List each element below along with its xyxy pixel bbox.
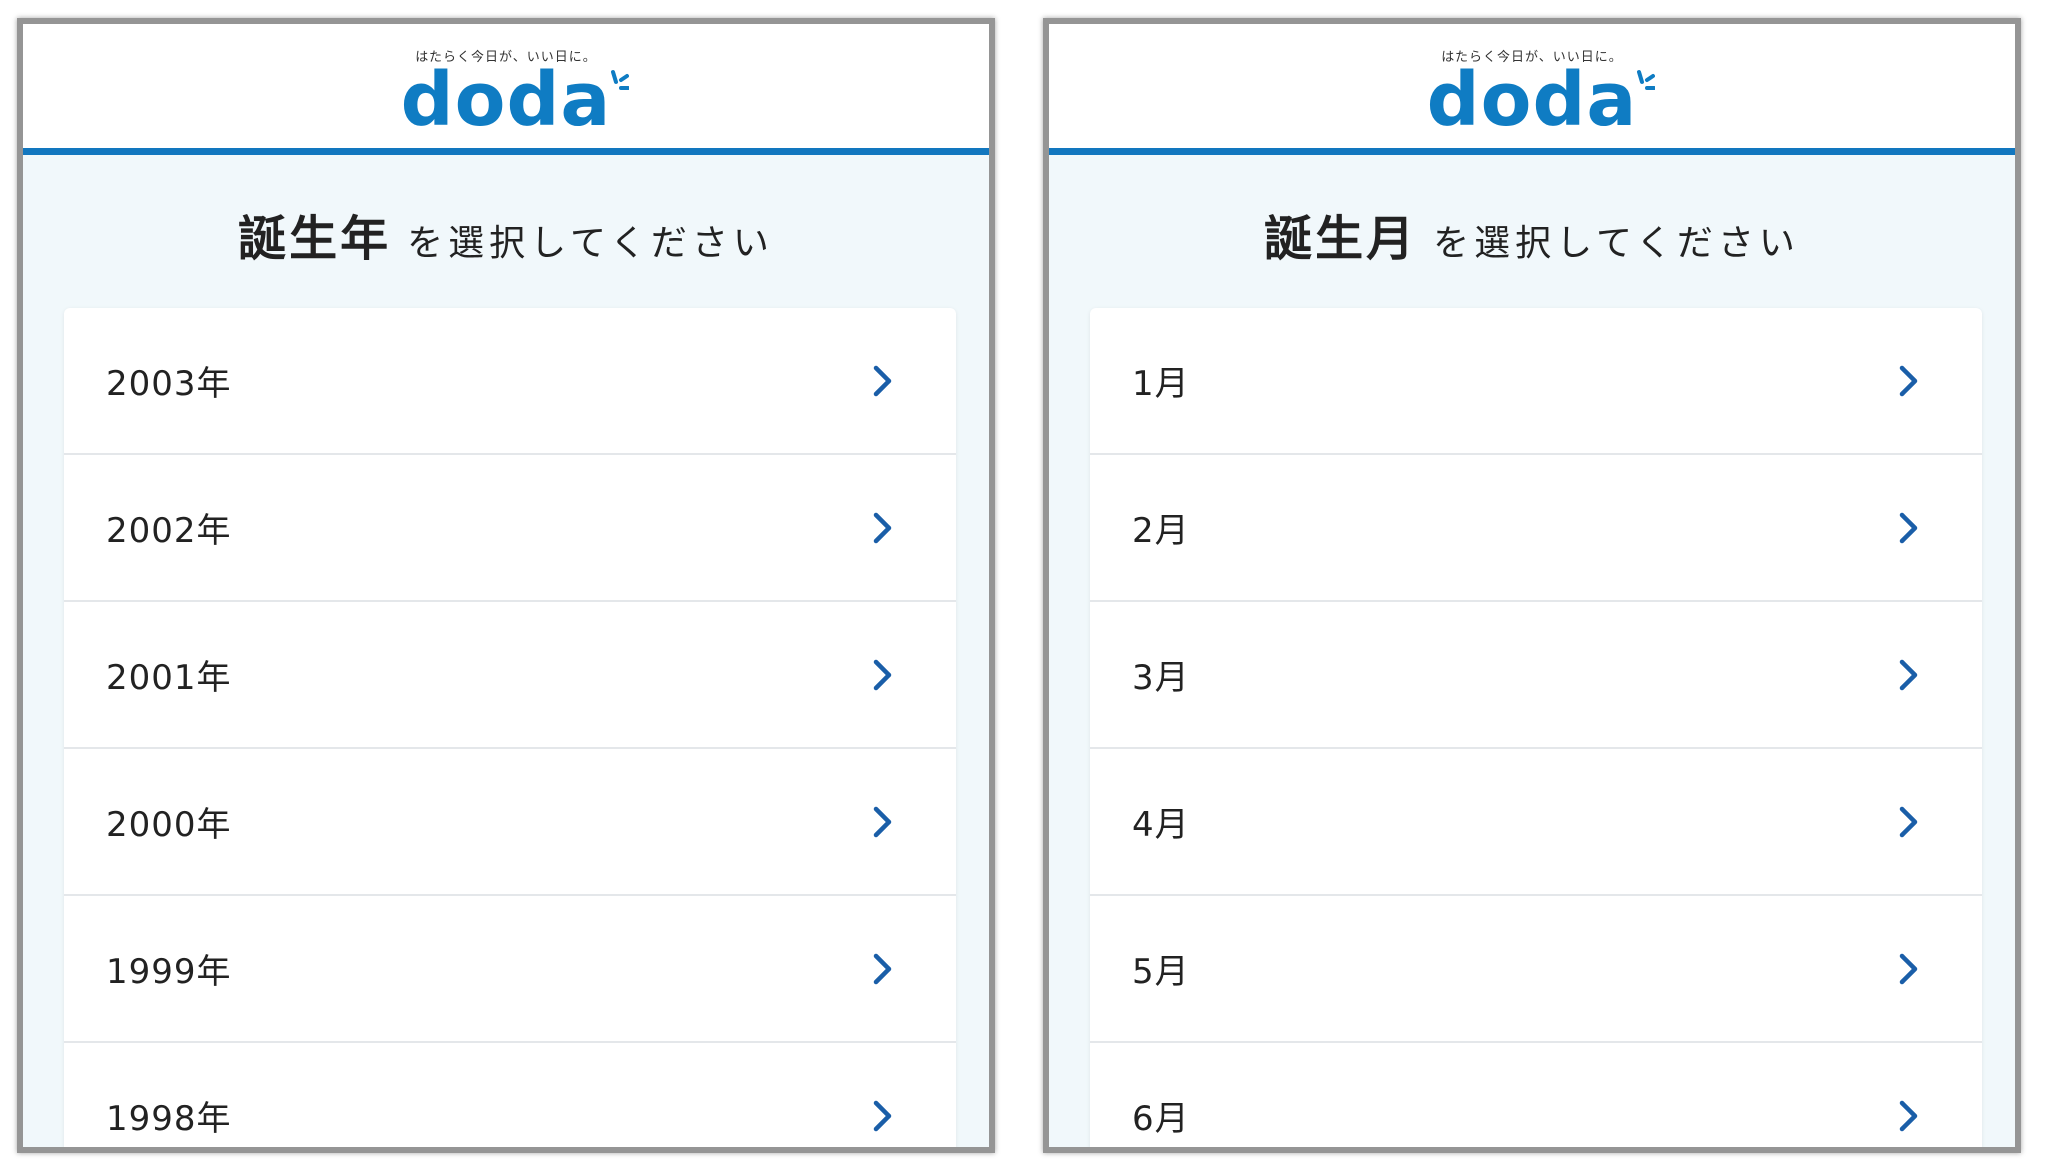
heading-emphasis: 誕生月 bbox=[1264, 211, 1418, 267]
year-option[interactable]: 1998年 bbox=[64, 1043, 956, 1147]
year-option[interactable]: 2000年 bbox=[64, 749, 956, 896]
heading-emphasis: 誕生年 bbox=[238, 211, 392, 267]
app-header: はたらく今日が、いい日に。 doda bbox=[23, 24, 989, 155]
option-label: 1998年 bbox=[106, 1099, 232, 1139]
option-label: 6月 bbox=[1132, 1099, 1190, 1139]
chevron-right-icon bbox=[873, 806, 892, 837]
chevron-right-icon bbox=[873, 953, 892, 984]
option-label: 5月 bbox=[1132, 952, 1190, 992]
chevron-right-icon bbox=[873, 659, 892, 690]
month-option[interactable]: 2月 bbox=[1090, 455, 1982, 602]
option-label: 1999年 bbox=[106, 952, 232, 992]
year-option[interactable]: 1999年 bbox=[64, 896, 956, 1043]
month-option-list: 1月 2月 3月 4月 5月 6月 bbox=[1090, 308, 1982, 1147]
chevron-right-icon bbox=[873, 365, 892, 396]
month-option[interactable]: 4月 bbox=[1090, 749, 1982, 896]
chevron-right-icon bbox=[1899, 659, 1918, 690]
option-label: 4月 bbox=[1132, 805, 1190, 845]
logo-text: doda bbox=[400, 57, 612, 143]
doda-logo[interactable]: doda bbox=[1049, 60, 2015, 140]
option-label: 2000年 bbox=[106, 805, 232, 845]
heading-instruction: を選択してください bbox=[1433, 223, 1800, 264]
option-label: 2002年 bbox=[106, 511, 232, 551]
option-label: 2001年 bbox=[106, 658, 232, 698]
option-label: 2003年 bbox=[106, 364, 232, 404]
year-option[interactable]: 2002年 bbox=[64, 455, 956, 602]
chevron-right-icon bbox=[873, 1100, 892, 1131]
chevron-right-icon bbox=[1899, 953, 1918, 984]
month-option[interactable]: 1月 bbox=[1090, 308, 1982, 455]
month-option[interactable]: 6月 bbox=[1090, 1043, 1982, 1147]
birth-year-screen: はたらく今日が、いい日に。 doda 誕生年 を選択してください 2003年 20… bbox=[17, 18, 995, 1153]
month-option[interactable]: 3月 bbox=[1090, 602, 1982, 749]
chevron-right-icon bbox=[1899, 1100, 1918, 1131]
doda-logo[interactable]: doda bbox=[23, 60, 989, 140]
page-heading: 誕生年 を選択してください bbox=[23, 211, 989, 267]
month-option[interactable]: 5月 bbox=[1090, 896, 1982, 1043]
app-header: はたらく今日が、いい日に。 doda bbox=[1049, 24, 2015, 155]
option-label: 1月 bbox=[1132, 364, 1190, 404]
logo-text: doda bbox=[1426, 57, 1638, 143]
birth-month-screen: はたらく今日が、いい日に。 doda 誕生月 を選択してください 1月 2月 3月 bbox=[1043, 18, 2021, 1153]
heading-instruction: を選択してください bbox=[407, 223, 774, 264]
chevron-right-icon bbox=[1899, 512, 1918, 543]
option-label: 2月 bbox=[1132, 511, 1190, 551]
logo-spark-icon bbox=[611, 70, 630, 90]
year-option-list: 2003年 2002年 2001年 2000年 1999年 1998年 bbox=[64, 308, 956, 1147]
year-option[interactable]: 2003年 bbox=[64, 308, 956, 455]
chevron-right-icon bbox=[1899, 365, 1918, 396]
logo-spark-icon bbox=[1637, 70, 1656, 90]
chevron-right-icon bbox=[1899, 806, 1918, 837]
chevron-right-icon bbox=[873, 512, 892, 543]
option-label: 3月 bbox=[1132, 658, 1190, 698]
year-option[interactable]: 2001年 bbox=[64, 602, 956, 749]
page-heading: 誕生月 を選択してください bbox=[1049, 211, 2015, 267]
